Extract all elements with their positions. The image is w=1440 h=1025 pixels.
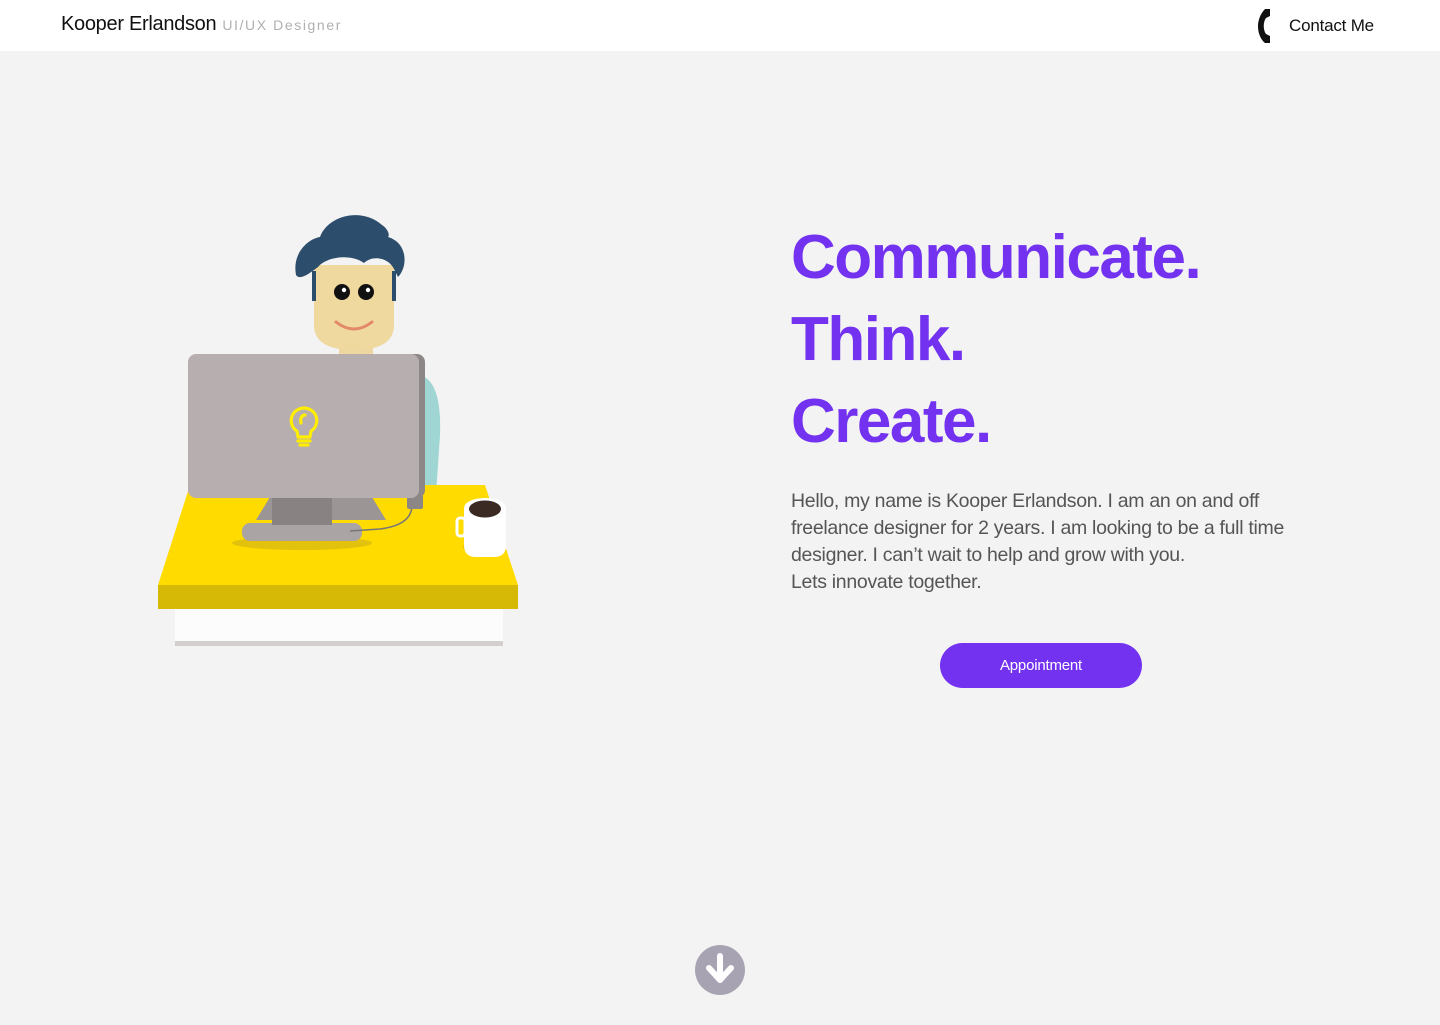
coffee-mug [455, 498, 506, 557]
bio-paragraph: Hello, my name is Kooper Erlandson. I am… [791, 490, 1284, 566]
desk-drawer [175, 609, 503, 645]
right-eye [358, 284, 374, 300]
left-eye [334, 284, 350, 300]
phone-icon [1258, 9, 1270, 43]
bio-closing: Lets innovate together. [791, 571, 982, 593]
face [314, 265, 394, 350]
brand[interactable]: Kooper Erlandson UI/UX Designer [61, 13, 342, 36]
hero-headline: Communicate. Think. Create. [791, 217, 1202, 463]
contact-me-label: Contact Me [1289, 16, 1374, 35]
appointment-button[interactable]: Appointment [940, 643, 1142, 688]
top-navigation-bar: Kooper Erlandson UI/UX Designer Contact … [0, 0, 1440, 51]
brand-name: Kooper Erlandson [61, 13, 217, 35]
hero-bio: Hello, my name is Kooper Erlandson. I am… [791, 488, 1311, 596]
headline-line-2: Think. [791, 305, 966, 374]
headline-line-3: Create. [791, 387, 992, 456]
contact-me-link[interactable]: Contact Me [1258, 8, 1374, 44]
arrow-down-circle-icon[interactable] [695, 945, 745, 995]
monitor [188, 354, 419, 498]
desk-front [158, 585, 518, 609]
designer-at-desk-illustration [158, 215, 518, 646]
headline-line-1: Communicate. [791, 223, 1202, 292]
brand-role: UI/UX Designer [222, 17, 342, 33]
